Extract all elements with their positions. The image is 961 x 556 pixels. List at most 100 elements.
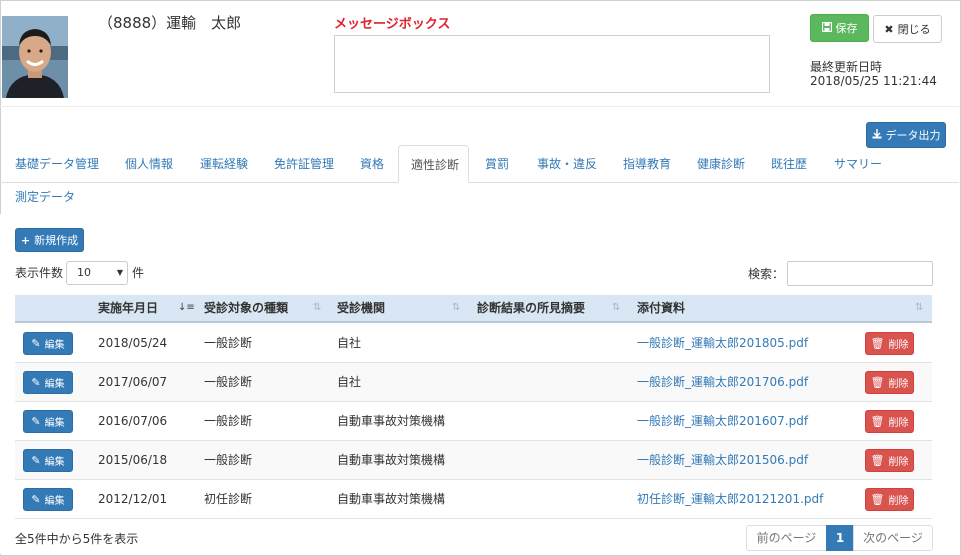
delete-button[interactable]: 🗑 削除 [865,410,914,433]
page-length-suffix: 件 [132,266,145,280]
edit-icon: ✎ [31,415,41,428]
edit-label: 編集 [44,418,65,429]
edit-label: 編集 [44,340,65,351]
cell-type: 一般診断 [204,414,253,428]
close-label: 閉じる [897,23,931,36]
trash-icon: 🗑 [870,337,885,350]
download-icon [872,128,882,142]
tab-driving-experience[interactable]: 運転経験 [200,145,248,183]
delete-button[interactable]: 🗑 削除 [865,449,914,472]
table-row: ✎ 編集 2016/07/06 一般診断 自動車事故対策機構 一般診断_運輸太郎2… [15,402,932,441]
edit-button[interactable]: ✎ 編集 [23,371,73,394]
save-button[interactable]: 保存 [810,14,869,42]
col-header-institution[interactable]: 受診機関 [337,295,385,321]
export-label: データ出力 [885,129,941,142]
cell-date: 2018/05/24 [98,336,168,350]
tab-qualification[interactable]: 資格 [360,145,384,183]
edit-icon: ✎ [31,454,41,467]
last-updated-value: 2018/05/25 11:21:44 [810,74,937,88]
message-box-label: メッセージボックス [334,17,451,32]
sort-icon[interactable]: ⇅ [452,295,460,321]
trash-icon: 🗑 [870,376,885,389]
new-button[interactable]: + 新規作成 [15,228,84,252]
delete-button[interactable]: 🗑 削除 [865,371,914,394]
new-label: 新規作成 [34,234,79,247]
close-icon: ✖ [884,22,894,36]
edit-button[interactable]: ✎ 編集 [23,332,73,355]
chevron-down-icon: ▼ [116,268,123,277]
tab-personal-info[interactable]: 個人情報 [125,145,173,183]
cell-date: 2016/07/06 [98,414,168,428]
cell-type: 一般診断 [204,336,253,350]
tab-aptitude-diagnosis[interactable]: 適性診断 [398,145,469,183]
attachment-link[interactable]: 初任診断_運輸太郎20121201.pdf [637,492,823,506]
table-info: 全5件中から5件を表示 [15,532,139,546]
cell-institution: 自動車事故対策機構 [337,414,446,428]
cell-institution: 自社 [337,375,362,389]
cell-institution: 自動車事故対策機構 [337,453,446,467]
tab-health-checkup[interactable]: 健康診断 [697,145,745,183]
table-row: ✎ 編集 2012/12/01 初任診断 自動車事故対策機構 初任診断_運輸太郎2… [15,480,932,519]
header-divider [0,106,959,107]
col-header-date[interactable]: 実施年月日 [98,295,158,321]
table-header: 実施年月日 ↓≡ 受診対象の種類 ⇅ 受診機関 ⇅ 診断結果の所見摘要 ⇅ 添付… [15,295,932,323]
table-row: ✎ 編集 2018/05/24 一般診断 自社 一般診断_運輸太郎201805.p… [15,324,932,363]
col-header-summary[interactable]: 診断結果の所見摘要 [477,295,585,321]
table-row: ✎ 編集 2017/06/07 一般診断 自社 一般診断_運輸太郎201706.p… [15,363,932,402]
prev-page-button[interactable]: 前のページ [746,525,827,551]
plus-icon: + [20,233,31,247]
delete-label: 削除 [888,457,909,468]
page-1-button[interactable]: 1 [826,525,854,551]
cell-date: 2017/06/07 [98,375,168,389]
sort-desc-icon[interactable]: ↓≡ [178,295,195,321]
delete-button[interactable]: 🗑 削除 [865,332,914,355]
user-name: （8888）運輸 太郎 [98,14,242,32]
tab-guidance-education[interactable]: 指導教育 [623,145,671,183]
edit-label: 編集 [44,496,65,507]
message-box[interactable] [334,35,770,93]
attachment-link[interactable]: 一般診断_運輸太郎201706.pdf [637,375,808,389]
attachment-link[interactable]: 一般診断_運輸太郎201506.pdf [637,453,808,467]
avatar [2,16,68,98]
tab-accident-violation[interactable]: 事故・違反 [537,145,597,183]
page-length-select[interactable]: 10 ▼ [66,261,128,285]
tab-medical-history[interactable]: 既往歴 [771,145,807,183]
floppy-disk-icon [821,21,832,35]
page-length-value: 10 [77,266,91,279]
tab-license[interactable]: 免許証管理 [274,145,334,183]
delete-button[interactable]: 🗑 削除 [865,488,914,511]
cell-type: 初任診断 [204,492,253,506]
tab-summary[interactable]: サマリー [834,145,882,183]
tab-rewards-penalties[interactable]: 賞罰 [485,145,509,183]
trash-icon: 🗑 [870,415,885,428]
cell-date: 2015/06/18 [98,453,168,467]
col-header-attachment[interactable]: 添付資料 [637,295,685,321]
edit-icon: ✎ [31,337,41,350]
last-updated-label: 最終更新日時 [810,60,883,74]
edit-button[interactable]: ✎ 編集 [23,449,73,472]
cell-date: 2012/12/01 [98,492,168,506]
delete-label: 削除 [888,340,909,351]
next-page-button[interactable]: 次のページ [853,525,933,551]
sort-icon[interactable]: ⇅ [313,295,321,321]
cell-institution: 自社 [337,336,362,350]
cell-institution: 自動車事故対策機構 [337,492,446,506]
sort-icon[interactable]: ⇅ [915,295,923,321]
edit-button[interactable]: ✎ 編集 [23,488,73,511]
save-label: 保存 [835,22,858,35]
cell-type: 一般診断 [204,375,253,389]
close-button[interactable]: ✖ 閉じる [873,15,942,43]
edit-icon: ✎ [31,376,41,389]
edit-button[interactable]: ✎ 編集 [23,410,73,433]
trash-icon: 🗑 [870,454,885,467]
search-input[interactable] [787,261,933,286]
delete-label: 削除 [888,379,909,390]
delete-label: 削除 [888,418,909,429]
attachment-link[interactable]: 一般診断_運輸太郎201805.pdf [637,336,808,350]
cell-type: 一般診断 [204,453,253,467]
col-header-type[interactable]: 受診対象の種類 [204,295,288,321]
tab-measurement-data[interactable]: 測定データ [15,178,75,216]
avatar-photo [2,16,68,98]
attachment-link[interactable]: 一般診断_運輸太郎201607.pdf [637,414,808,428]
sort-icon[interactable]: ⇅ [612,295,620,321]
